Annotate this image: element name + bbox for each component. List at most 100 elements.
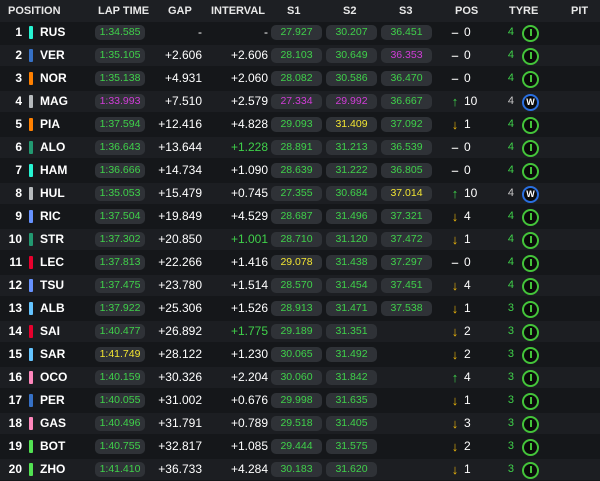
lap-time: 1:40.055 xyxy=(95,393,145,408)
driver-code[interactable]: ZHO xyxy=(40,459,65,480)
driver-code[interactable]: MAG xyxy=(40,91,68,112)
table-row[interactable]: 19 BOT 1:40.755 +32.817 +1.085 29.444 31.575 ↓ 2… xyxy=(0,436,600,457)
driver-code[interactable]: GAS xyxy=(40,413,66,434)
table-row[interactable]: 9 RIC 1:37.504 +19.849 +4.529 28.687 31.496 37.… xyxy=(0,206,600,227)
team-color-bar xyxy=(29,95,33,108)
header-s1[interactable]: S1 xyxy=(287,5,300,17)
intermediate-tyre-icon: W xyxy=(522,186,539,203)
sector-1-time: 30.060 xyxy=(271,370,322,385)
sector-2-time: 31.438 xyxy=(326,255,377,270)
sector-1-time: 30.065 xyxy=(271,347,322,362)
position-change-value: 0 xyxy=(464,48,471,62)
gap-value: +14.734 xyxy=(158,163,202,177)
table-row[interactable]: 6 ALO 1:36.643 +13.644 +1.228 28.891 31.213 36.… xyxy=(0,137,600,158)
tyre-age: 3 xyxy=(507,440,514,452)
header-s3[interactable]: S3 xyxy=(399,5,412,17)
team-color-bar xyxy=(29,26,33,39)
table-row[interactable]: 17 PER 1:40.055 +31.002 +0.676 29.998 31.635 ↓ 1… xyxy=(0,390,600,411)
team-color-bar xyxy=(29,210,33,223)
team-color-bar xyxy=(29,256,33,269)
team-color-bar xyxy=(29,72,33,85)
table-row[interactable]: 7 HAM 1:36.666 +14.734 +1.090 28.639 31.222 36.… xyxy=(0,160,600,181)
tyre-age: 4 xyxy=(507,72,514,84)
position-number: 9 xyxy=(15,209,22,223)
header-lap-time[interactable]: LAP TIME xyxy=(98,5,149,17)
header-interval[interactable]: INTERVAL xyxy=(211,5,265,17)
driver-code[interactable]: VER xyxy=(40,45,65,66)
driver-code[interactable]: SAR xyxy=(40,344,65,365)
tyre-age: 3 xyxy=(507,302,514,314)
interval-value: +2.060 xyxy=(230,71,268,85)
table-row[interactable]: 16 OCO 1:40.159 +30.326 +2.204 30.060 31.842 ↑ 4… xyxy=(0,367,600,388)
table-row[interactable]: 3 NOR 1:35.138 +4.931 +2.060 28.082 30.586 36.4… xyxy=(0,68,600,89)
table-row[interactable]: 13 ALB 1:37.922 +25.306 +1.526 28.913 31.471 37… xyxy=(0,298,600,319)
driver-code[interactable]: NOR xyxy=(40,68,67,89)
team-color-bar xyxy=(29,417,33,430)
table-row[interactable]: 10 STR 1:37.302 +20.850 +1.001 28.710 31.120 37… xyxy=(0,229,600,250)
sector-2-time: 30.207 xyxy=(326,25,377,40)
header-s2[interactable]: S2 xyxy=(343,5,356,17)
sector-2-time: 30.586 xyxy=(326,71,377,86)
driver-code[interactable]: BOT xyxy=(40,436,65,457)
tyre-age: 3 xyxy=(507,325,514,337)
header-pos[interactable]: POS xyxy=(455,5,478,17)
header-pit[interactable]: PIT xyxy=(571,5,588,17)
table-row[interactable]: 12 TSU 1:37.475 +23.780 +1.514 28.570 31.454 37… xyxy=(0,275,600,296)
table-row[interactable]: 18 GAS 1:40.496 +31.791 +0.789 29.518 31.405 ↓ 3… xyxy=(0,413,600,434)
medium-tyre-icon xyxy=(522,25,539,42)
medium-tyre-icon xyxy=(522,416,539,433)
lap-time: 1:35.105 xyxy=(95,48,145,63)
interval-value: +1.090 xyxy=(230,163,268,177)
position-number: 18 xyxy=(8,416,22,430)
driver-code[interactable]: TSU xyxy=(40,275,64,296)
position-change-value: 10 xyxy=(464,186,478,200)
table-row[interactable]: 20 ZHO 1:41.410 +36.733 +4.284 30.183 31.620 ↓ 1… xyxy=(0,459,600,480)
driver-code[interactable]: HUL xyxy=(40,183,65,204)
driver-code[interactable]: ALO xyxy=(40,137,65,158)
sector-1-time: 28.103 xyxy=(271,48,322,63)
driver-code[interactable]: STR xyxy=(40,229,64,250)
team-color-bar xyxy=(29,463,33,476)
medium-tyre-icon xyxy=(522,301,539,318)
medium-tyre-icon xyxy=(522,278,539,295)
header-position[interactable]: POSITION xyxy=(8,5,61,17)
sector-3-time: 36.470 xyxy=(381,71,432,86)
header-gap[interactable]: GAP xyxy=(168,5,192,17)
sector-3-time: 37.538 xyxy=(381,301,432,316)
table-row[interactable]: 15 SAR 1:41.749 +28.122 +1.230 30.065 31.492 ↓ 2… xyxy=(0,344,600,365)
position-change-value: 0 xyxy=(464,255,471,269)
table-row[interactable]: 1 RUS 1:34.585- -27.927 30.207 36.451–0 4 xyxy=(0,22,600,43)
interval-value: +1.230 xyxy=(230,347,268,361)
team-color-bar xyxy=(29,325,33,338)
table-row[interactable]: 4 MAG 1:33.993 +7.510 +2.579 27.334 29.992 36.6… xyxy=(0,91,600,112)
gap-value: +22.266 xyxy=(158,255,202,269)
driver-code[interactable]: PIA xyxy=(40,114,60,135)
sector-3-time: 36.451 xyxy=(381,25,432,40)
driver-code[interactable]: RIC xyxy=(40,206,61,227)
sector-1-time: 29.444 xyxy=(271,439,322,454)
sector-3-time: 36.539 xyxy=(381,140,432,155)
driver-code[interactable]: OCO xyxy=(40,367,67,388)
driver-code[interactable]: LEC xyxy=(40,252,64,273)
position-change-down-arrow-icon: ↓ xyxy=(451,301,459,316)
table-row[interactable]: 14 SAI 1:40.477 +26.892 +1.775 29.189 31.351 ↓ 2… xyxy=(0,321,600,342)
tyre-age: 3 xyxy=(507,371,514,383)
sector-2-time: 29.992 xyxy=(326,94,377,109)
tyre-age: 3 xyxy=(507,394,514,406)
driver-code[interactable]: HAM xyxy=(40,160,67,181)
table-row[interactable]: 11 LEC 1:37.813 +22.266 +1.416 29.078 31.438 37… xyxy=(0,252,600,273)
driver-code[interactable]: RUS xyxy=(40,22,65,43)
table-row[interactable]: 2 VER 1:35.105 +2.606 +2.606 28.103 30.649 36.3… xyxy=(0,45,600,66)
lap-time: 1:40.755 xyxy=(95,439,145,454)
sector-1-time: 27.927 xyxy=(271,25,322,40)
medium-tyre-icon xyxy=(522,439,539,456)
sector-1-time: 28.913 xyxy=(271,301,322,316)
driver-code[interactable]: ALB xyxy=(40,298,65,319)
position-change-down-arrow-icon: ↓ xyxy=(451,347,459,362)
header-tyre[interactable]: TYRE xyxy=(509,5,538,17)
table-row[interactable]: 5 PIA 1:37.594 +12.416 +4.828 29.093 31.409 37.… xyxy=(0,114,600,135)
gap-value: +31.002 xyxy=(158,393,202,407)
table-row[interactable]: 8 HUL 1:35.053 +15.479 +0.745 27.355 30.684 37.… xyxy=(0,183,600,204)
driver-code[interactable]: SAI xyxy=(40,321,60,342)
driver-code[interactable]: PER xyxy=(40,390,65,411)
